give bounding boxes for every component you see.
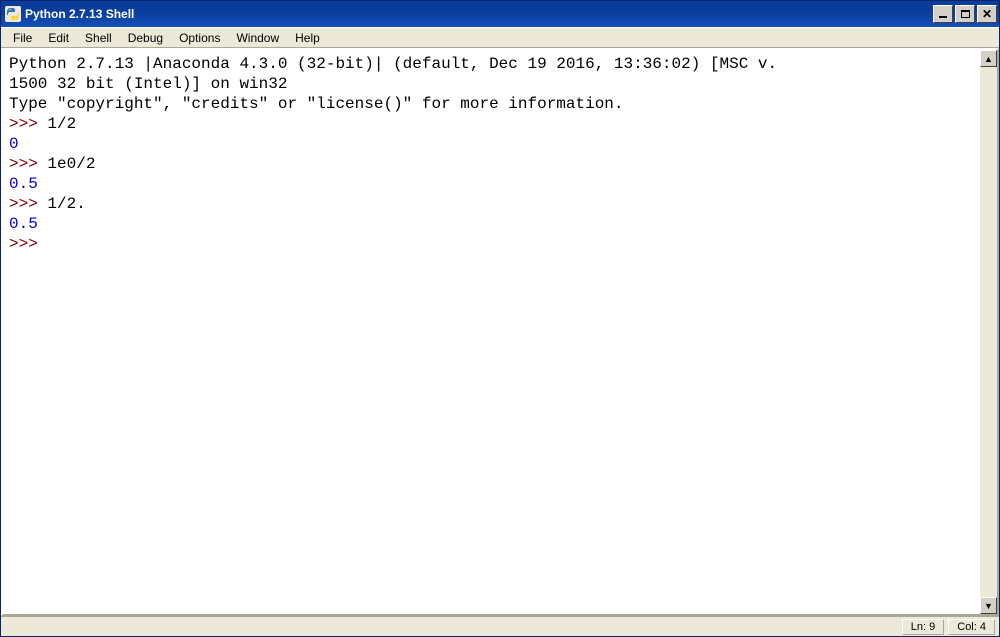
banner-text: Python 2.7.13 |Anaconda 4.3.0 (32-bit)| … [9,55,777,73]
scroll-up-button[interactable]: ▲ [980,50,997,67]
maximize-button[interactable] [955,5,975,23]
menu-window[interactable]: Window [228,29,287,47]
banner-text: 1500 32 bit (Intel)] on win32 [9,75,287,93]
menu-debug[interactable]: Debug [120,29,171,47]
col-label: Col: [957,621,980,633]
minimize-button[interactable] [933,5,953,23]
menu-edit[interactable]: Edit [40,29,77,47]
client-area: Python 2.7.13 |Anaconda 4.3.0 (32-bit)| … [1,48,999,616]
close-button[interactable]: ✕ [977,5,997,23]
scroll-down-button[interactable]: ▼ [980,597,997,614]
menu-help[interactable]: Help [287,29,328,47]
titlebar[interactable]: Python 2.7.13 Shell ✕ [1,1,999,27]
input-line: 1/2. [47,195,85,213]
col-value: 4 [980,621,986,633]
menubar: File Edit Shell Debug Options Window Hel… [1,27,999,48]
python-icon [5,6,21,22]
menu-file[interactable]: File [5,29,40,47]
statusbar: Ln: 9 Col: 4 [1,616,999,636]
ln-label: Ln: [911,621,929,633]
menu-options[interactable]: Options [171,29,228,47]
prompt: >>> [9,235,47,253]
menu-shell[interactable]: Shell [77,29,120,47]
status-col: Col: 4 [948,619,995,635]
vertical-scrollbar[interactable]: ▲ ▼ [980,50,997,614]
app-window: Python 2.7.13 Shell ✕ File Edit Shell De… [0,0,1000,637]
output-line: 0.5 [9,215,38,233]
output-line: 0.5 [9,175,38,193]
shell-editor[interactable]: Python 2.7.13 |Anaconda 4.3.0 (32-bit)| … [3,50,980,614]
input-line: 1/2 [47,115,76,133]
banner-text: Type "copyright", "credits" or "license(… [9,95,624,113]
ln-value: 9 [929,621,935,633]
status-line: Ln: 9 [902,619,944,635]
output-line: 0 [9,135,19,153]
window-buttons: ✕ [933,5,997,23]
window-title: Python 2.7.13 Shell [25,7,933,21]
scroll-track[interactable] [980,67,997,597]
prompt: >>> [9,195,47,213]
prompt: >>> [9,115,47,133]
prompt: >>> [9,155,47,173]
input-line: 1e0/2 [47,155,95,173]
